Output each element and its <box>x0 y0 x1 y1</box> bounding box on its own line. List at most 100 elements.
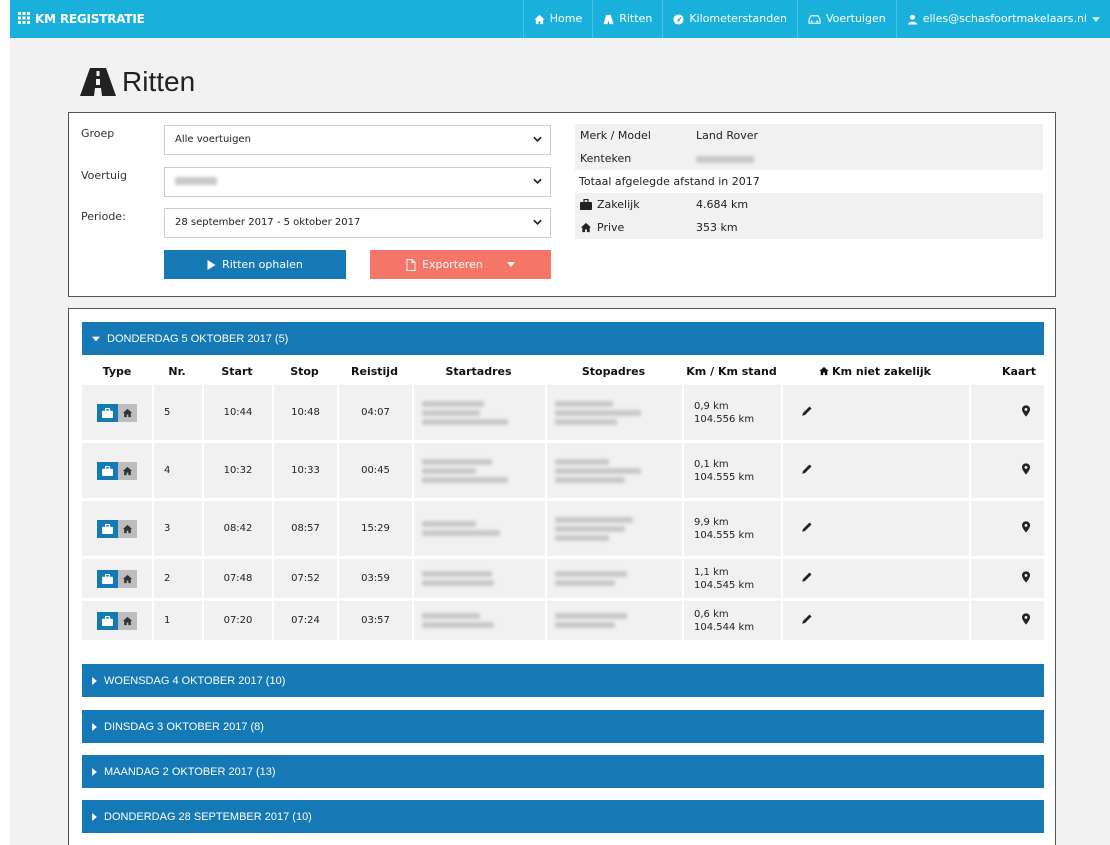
col-startadres: Startadres <box>445 364 512 378</box>
pencil-icon[interactable] <box>801 571 813 583</box>
trip-nr: 4 <box>152 443 202 498</box>
map-marker-icon[interactable] <box>1022 463 1030 475</box>
blurred-address-line <box>555 580 615 586</box>
trip-km-stand: 104.556 km <box>694 413 755 425</box>
info-row-merk: Merk / Model Land Rover <box>575 124 1043 147</box>
trip-stop: 07:52 <box>272 559 337 598</box>
table-row[interactable]: 2 07:48 07:52 03:59 1,1 km 104.545 km <box>82 559 1044 598</box>
table-row[interactable]: 3 08:42 08:57 15:29 9,9 km 104.555 km <box>82 501 1044 556</box>
trip-stop: 07:24 <box>272 601 337 640</box>
map-marker-icon[interactable] <box>1022 571 1030 583</box>
trip-type[interactable] <box>82 601 152 640</box>
prive-toggle[interactable] <box>118 461 137 480</box>
pencil-icon[interactable] <box>801 463 813 475</box>
zakelijk-toggle[interactable] <box>97 611 118 630</box>
nav-home[interactable]: Home <box>522 0 592 38</box>
home-icon <box>122 574 133 583</box>
type-toggle[interactable] <box>97 461 137 480</box>
blurred-address-line <box>555 400 613 407</box>
zakelijk-toggle[interactable] <box>97 569 118 588</box>
groep-select[interactable]: Alle voertuigen <box>164 125 551 155</box>
table-header-row: Type Nr. Start Stop Reistijd Startadres … <box>82 360 1044 382</box>
pencil-icon[interactable] <box>801 521 813 533</box>
trip-nr: 5 <box>152 385 202 440</box>
map-marker-icon[interactable] <box>1022 405 1030 417</box>
trip-kaart <box>969 501 1044 556</box>
brand[interactable]: KM REGISTRATIE <box>18 0 145 38</box>
exporteren-button[interactable]: Exporteren <box>370 250 551 279</box>
home-icon <box>122 466 133 475</box>
day-header-collapsed[interactable]: DONDERDAG 28 SEPTEMBER 2017 (10) <box>82 800 1044 833</box>
trip-type[interactable] <box>82 443 152 498</box>
trip-start: 07:48 <box>202 559 272 598</box>
nav-voertuigen[interactable]: Voertuigen <box>796 0 896 38</box>
prive-toggle[interactable] <box>118 611 137 630</box>
trip-startadres <box>412 385 545 440</box>
trip-km: 1,1 km 104.545 km <box>682 559 781 598</box>
periode-select[interactable]: 28 september 2017 - 5 oktober 2017 <box>164 208 551 238</box>
blurred-kenteken-value <box>696 155 754 163</box>
trip-type[interactable] <box>82 385 152 440</box>
table-row[interactable]: 4 10:32 10:33 00:45 0,1 km 104.555 km <box>82 443 1044 498</box>
trip-start: 10:44 <box>202 385 272 440</box>
zakelijk-toggle[interactable] <box>97 519 118 538</box>
trip-km: 0,6 km 104.544 km <box>682 601 781 640</box>
trip-type[interactable] <box>82 501 152 556</box>
trip-km-distance: 0,6 km <box>694 608 729 620</box>
pencil-icon[interactable] <box>801 405 813 417</box>
chevron-down-icon <box>533 178 542 184</box>
trip-stopadres <box>545 385 682 440</box>
zakelijk-toggle[interactable] <box>97 403 118 422</box>
voertuig-select[interactable] <box>164 167 551 197</box>
trip-km: 0,1 km 104.555 km <box>682 443 781 498</box>
page-title: Ritten <box>80 62 195 102</box>
day-header-collapsed[interactable]: WOENSDAG 4 OKTOBER 2017 (10) <box>82 664 1044 697</box>
ritten-ophalen-button[interactable]: Ritten ophalen <box>164 250 346 279</box>
trip-reistijd: 03:57 <box>337 601 412 640</box>
prive-toggle[interactable] <box>118 519 137 538</box>
home-icon <box>122 524 133 533</box>
blurred-address-line <box>422 409 480 416</box>
trip-km-stand: 104.555 km <box>694 471 755 483</box>
trip-km-niet-zakelijk <box>781 501 969 556</box>
trip-type[interactable] <box>82 559 152 598</box>
blurred-address-line <box>422 400 484 407</box>
zakelijk-toggle[interactable] <box>97 461 118 480</box>
prive-toggle[interactable] <box>118 569 137 588</box>
day-header-expanded[interactable]: DONDERDAG 5 OKTOBER 2017 (5) <box>82 322 1044 355</box>
map-marker-icon[interactable] <box>1022 521 1030 533</box>
blurred-address-line <box>555 418 617 425</box>
home-icon <box>534 14 545 24</box>
type-toggle[interactable] <box>97 403 137 422</box>
trip-nr: 1 <box>152 601 202 640</box>
col-km-niet-zakelijk: Km niet zakelijk <box>781 360 969 382</box>
trip-startadres <box>412 501 545 556</box>
trip-km-niet-zakelijk <box>781 559 969 598</box>
blurred-address-line <box>555 467 641 474</box>
nav-ritten[interactable]: Ritten <box>592 0 662 38</box>
blurred-address-line <box>422 613 480 619</box>
blurred-address-line <box>422 418 508 425</box>
trip-stopadres <box>545 601 682 640</box>
home-icon <box>122 616 133 625</box>
col-type: Type <box>102 364 132 378</box>
caret-right-icon <box>92 767 97 776</box>
blurred-address-line <box>555 409 641 416</box>
type-toggle[interactable] <box>97 569 137 588</box>
trip-startadres <box>412 443 545 498</box>
type-toggle[interactable] <box>97 611 137 630</box>
type-toggle[interactable] <box>97 519 137 538</box>
briefcase-icon <box>102 615 113 626</box>
trip-stop: 08:57 <box>272 501 337 556</box>
table-row[interactable]: 5 10:44 10:48 04:07 0,9 km 104.556 km <box>82 385 1044 440</box>
day-header-collapsed[interactable]: DINSDAG 3 OKTOBER 2017 (8) <box>82 710 1044 743</box>
table-row[interactable]: 1 07:20 07:24 03:57 0,6 km 104.544 km <box>82 601 1044 640</box>
map-marker-icon[interactable] <box>1022 613 1030 625</box>
day-header-collapsed[interactable]: MAANDAG 2 OKTOBER 2017 (13) <box>82 755 1044 788</box>
blurred-address-line <box>422 476 508 483</box>
nav-user-menu[interactable]: elles@schasfoortmakelaars.nl <box>895 0 1110 38</box>
prive-toggle[interactable] <box>118 403 137 422</box>
nav-kilometerstanden[interactable]: Kilometerstanden <box>662 0 797 38</box>
trip-reistijd: 04:07 <box>337 385 412 440</box>
pencil-icon[interactable] <box>801 613 813 625</box>
